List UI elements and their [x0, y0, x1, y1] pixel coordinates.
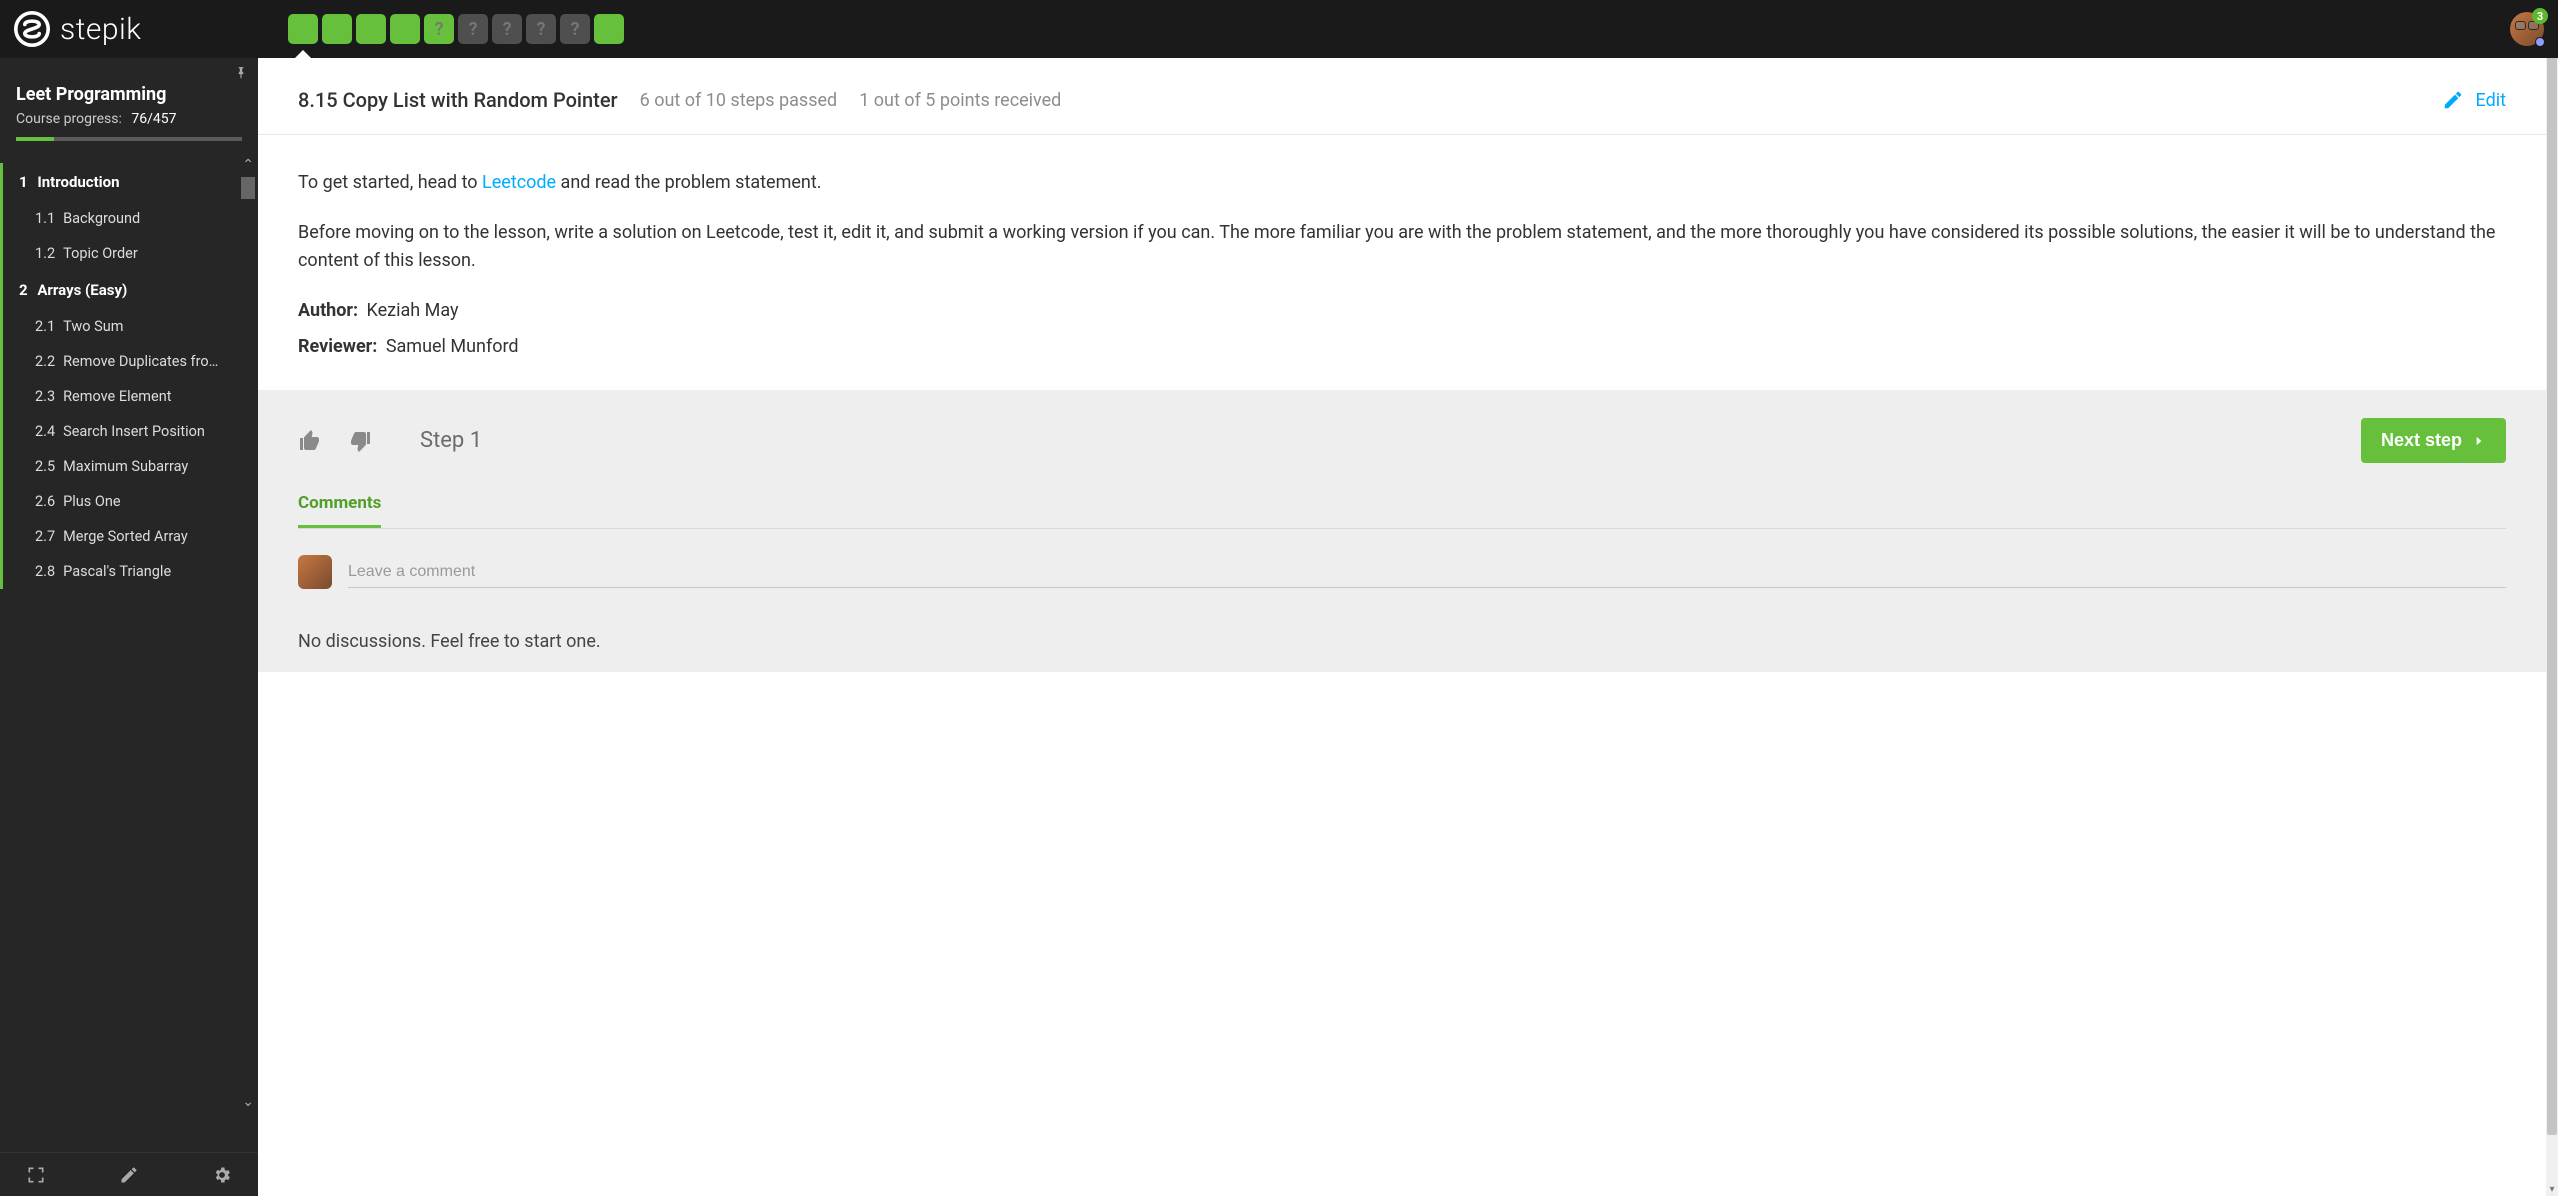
step-label: Step 1 [420, 428, 482, 453]
leetcode-link[interactable]: Leetcode [482, 172, 556, 193]
step-pill-1[interactable] [288, 14, 318, 44]
lesson-2.6[interactable]: 2.6Plus One [0, 484, 258, 519]
pin-icon[interactable] [234, 66, 248, 80]
top-bar: stepik ????? 3 [0, 0, 2558, 58]
thumbs-up-icon[interactable] [298, 429, 322, 453]
points-stat: 1 out of 5 points received [859, 90, 1061, 111]
step-pill-9[interactable]: ? [560, 14, 590, 44]
comment-tabs: Comments [298, 493, 2506, 529]
author-line: Author: Keziah May [298, 297, 2506, 325]
online-dot-icon [2535, 37, 2545, 47]
user-avatar[interactable]: 3 [2510, 12, 2544, 46]
step-pill-5[interactable]: ? [424, 14, 454, 44]
lesson-1.2[interactable]: 1.2Topic Order [0, 236, 258, 271]
lesson-header: 8.15 Copy List with Random Pointer 6 out… [258, 58, 2546, 135]
lesson-2.8[interactable]: 2.8Pascal's Triangle [0, 554, 258, 589]
edit-lesson-button[interactable]: Edit [2442, 89, 2506, 111]
lesson-2.5[interactable]: 2.5Maximum Subarray [0, 449, 258, 484]
notification-badge: 3 [2532, 8, 2548, 24]
brand-logo[interactable]: stepik [14, 11, 274, 47]
lesson-2.2[interactable]: 2.2Remove Duplicates fro… [0, 344, 258, 379]
no-discussions-text: No discussions. Feel free to start one. [298, 631, 2506, 652]
lesson-title: 8.15 Copy List with Random Pointer [298, 88, 618, 112]
thumbs-down-icon[interactable] [348, 429, 372, 453]
step-footer: Step 1 Next step Comments [258, 390, 2546, 529]
progress-bar [16, 137, 242, 141]
step-pill-6[interactable]: ? [458, 14, 488, 44]
course-title: Leet Programming [16, 84, 242, 105]
scroll-down-button[interactable]: ▾ [2546, 1182, 2558, 1196]
step-pill-2[interactable] [322, 14, 352, 44]
settings-icon[interactable] [212, 1165, 232, 1185]
chevron-right-icon [2472, 434, 2486, 448]
page-scrollbar[interactable]: ▴ ▾ [2546, 0, 2558, 1196]
course-nav: ⌃ 1 Introduction1.1Background1.2Topic Or… [0, 155, 258, 1152]
steps-stat: 6 out of 10 steps passed [640, 90, 838, 111]
lesson-content: To get started, head to Leetcode and rea… [258, 135, 2546, 390]
comment-avatar [298, 555, 332, 589]
comments-section: No discussions. Feel free to start one. [258, 529, 2546, 672]
lesson-2.1[interactable]: 2.1Two Sum [0, 309, 258, 344]
stepik-logo-icon [14, 11, 50, 47]
step-pill-10[interactable] [594, 14, 624, 44]
intro-para-2: Before moving on to the lesson, write a … [298, 219, 2506, 275]
course-header: Leet Programming Course progress: 76/457 [0, 80, 258, 155]
next-step-button[interactable]: Next step [2361, 418, 2506, 463]
brand-name: stepik [60, 12, 141, 47]
scrollbar-thumb[interactable] [241, 177, 255, 199]
pencil-icon [2442, 89, 2464, 111]
step-pill-7[interactable]: ? [492, 14, 522, 44]
step-pill-8[interactable]: ? [526, 14, 556, 44]
step-pill-3[interactable] [356, 14, 386, 44]
reviewer-line: Reviewer: Samuel Munford [298, 333, 2506, 361]
lesson-2.7[interactable]: 2.7Merge Sorted Array [0, 519, 258, 554]
step-pills: ????? [288, 14, 624, 44]
step-pill-4[interactable] [390, 14, 420, 44]
sidebar: Leet Programming Course progress: 76/457… [0, 58, 258, 1196]
page-scroll-thumb[interactable] [2547, 14, 2557, 1135]
edit-icon[interactable] [119, 1165, 139, 1185]
intro-para-1: To get started, head to Leetcode and rea… [298, 169, 2506, 197]
section-2[interactable]: 2 Arrays (Easy) [0, 271, 258, 309]
scroll-up-icon[interactable]: ⌃ [242, 157, 254, 173]
section-1[interactable]: 1 Introduction [0, 163, 258, 201]
main-content: 8.15 Copy List with Random Pointer 6 out… [258, 58, 2546, 1196]
lesson-1.1[interactable]: 1.1Background [0, 201, 258, 236]
tab-comments[interactable]: Comments [298, 493, 381, 528]
lesson-2.3[interactable]: 2.3Remove Element [0, 379, 258, 414]
scroll-down-icon[interactable]: ⌄ [242, 1094, 254, 1110]
sidebar-footer [0, 1152, 258, 1196]
fullscreen-icon[interactable] [26, 1165, 46, 1185]
comment-input[interactable] [348, 557, 2506, 588]
lesson-2.4[interactable]: 2.4Search Insert Position [0, 414, 258, 449]
course-progress-label: Course progress: 76/457 [16, 111, 242, 127]
